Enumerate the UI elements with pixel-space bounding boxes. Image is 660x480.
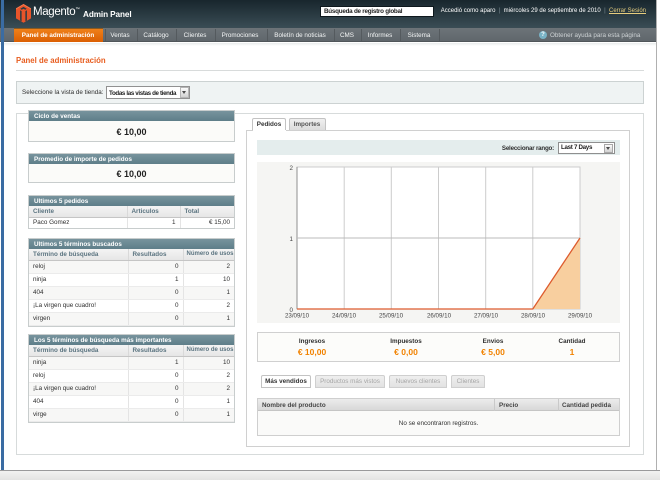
svg-text:27/09/10: 27/09/10 <box>474 313 499 320</box>
svg-text:26/09/10: 26/09/10 <box>427 313 452 320</box>
svg-text:1: 1 <box>290 236 294 243</box>
svg-text:2: 2 <box>290 165 294 172</box>
svg-text:23/09/10: 23/09/10 <box>285 313 310 320</box>
svg-text:28/09/10: 28/09/10 <box>521 313 546 320</box>
svg-text:24/09/10: 24/09/10 <box>332 313 357 320</box>
svg-text:25/09/10: 25/09/10 <box>379 313 404 320</box>
svg-text:29/09/10: 29/09/10 <box>568 313 593 320</box>
